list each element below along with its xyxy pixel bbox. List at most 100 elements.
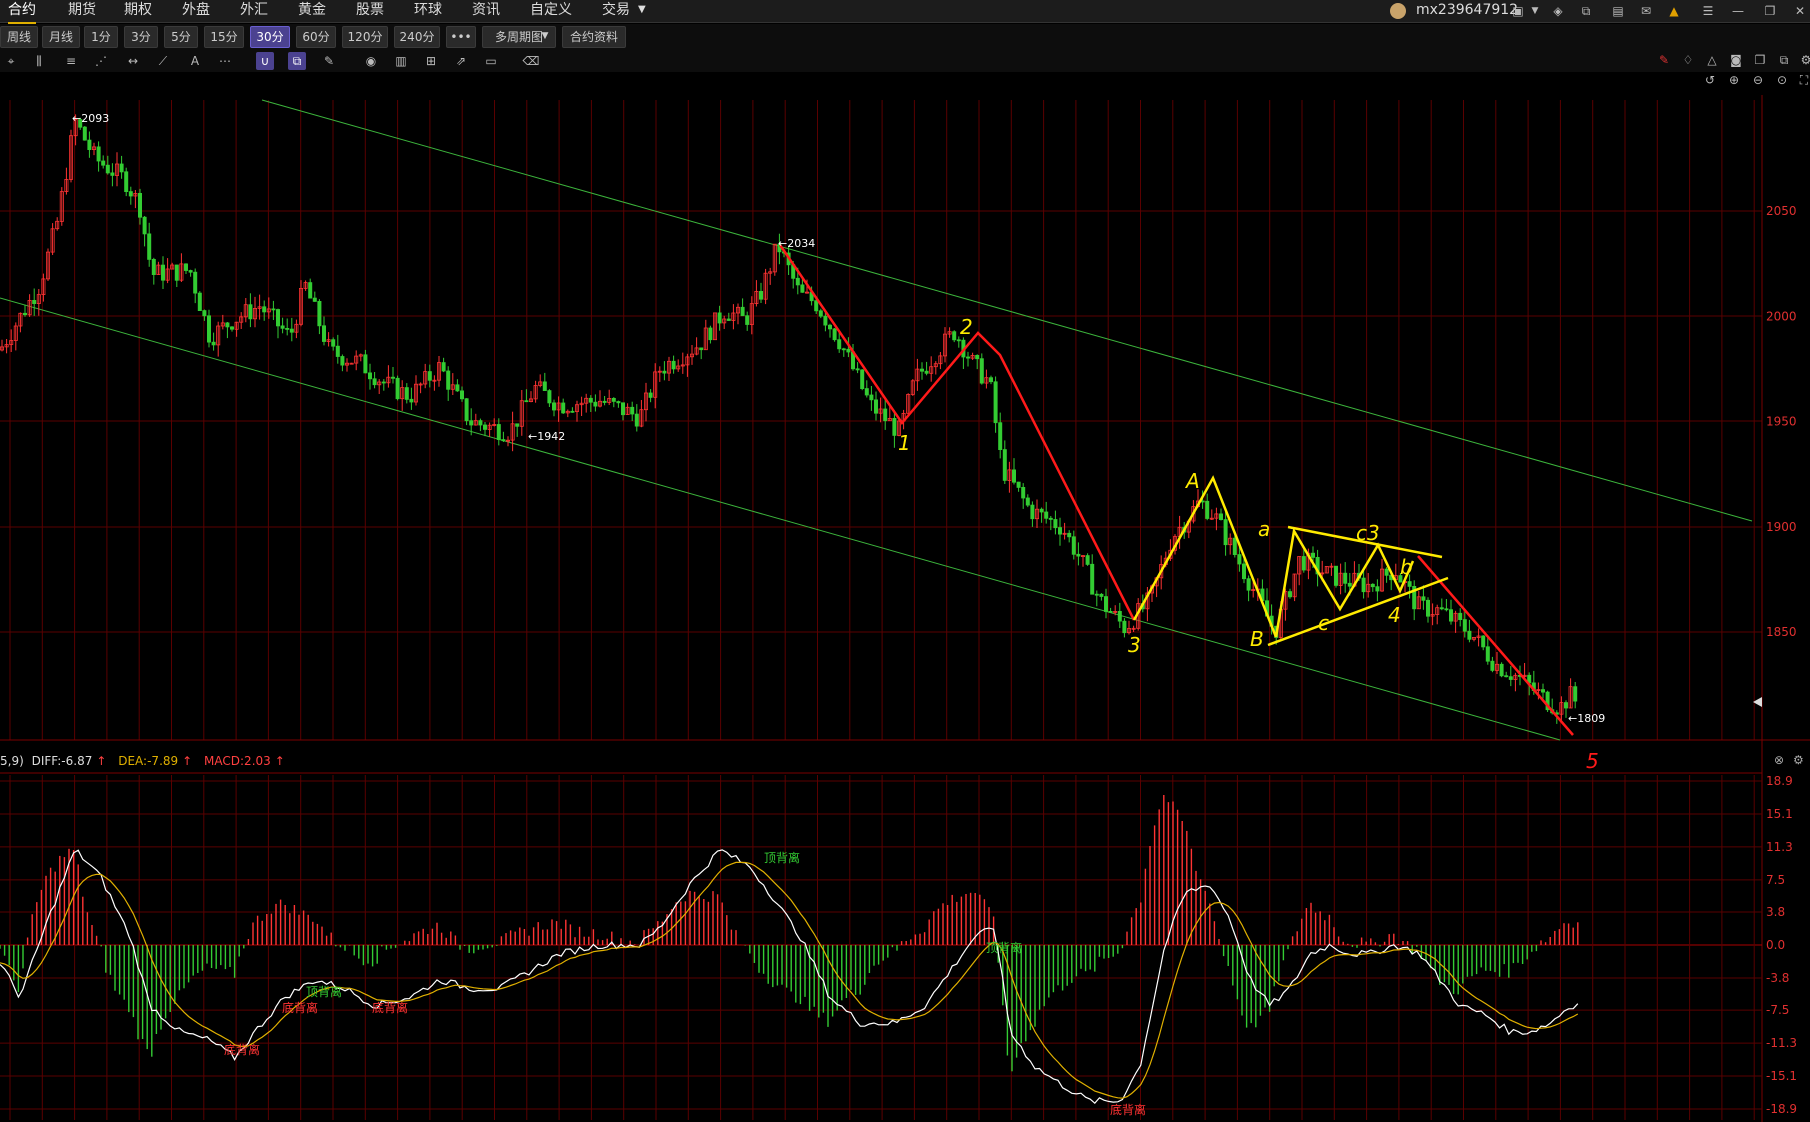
candle-body (395, 377, 400, 400)
price-axis-tick: 2050 (1766, 204, 1797, 218)
chevron-down-icon[interactable]: ▼ (538, 26, 552, 46)
close-icon[interactable]: ✕ (1792, 3, 1808, 19)
candle-body (1025, 497, 1030, 506)
candle-body (975, 354, 980, 360)
gear-icon[interactable]: ⚙ (1793, 753, 1804, 767)
candle-body (924, 370, 929, 374)
camera-icon[interactable]: ◙ (1728, 52, 1744, 68)
eye-icon[interactable]: ◉ (362, 52, 380, 70)
id-card-icon[interactable]: ▣ (1510, 3, 1526, 19)
candle-body (464, 398, 469, 422)
case-icon[interactable]: ▤ (1610, 3, 1626, 19)
export-icon[interactable]: ⇗ (452, 52, 470, 70)
menu-item-futures[interactable]: 期货 (68, 0, 96, 22)
menu-item-global[interactable]: 环球 (414, 0, 442, 22)
mail-icon[interactable]: ✉ (1638, 3, 1654, 19)
period-week-button[interactable]: 周线 (0, 26, 38, 48)
candle-body (455, 384, 460, 392)
more-periods-button[interactable]: ••• (446, 26, 476, 48)
ray-icon[interactable]: ⟋ (154, 52, 172, 70)
chevron-down-icon[interactable]: ▼ (638, 0, 646, 22)
pencil-icon[interactable]: ✎ (320, 52, 338, 70)
eraser-icon[interactable]: ⌫ (522, 52, 540, 70)
group-icon[interactable]: ⊞ (422, 52, 440, 70)
vertical-lines-icon[interactable]: ⫼ (30, 52, 48, 70)
macd-divergence-label: 底背离 (282, 1000, 318, 1015)
chart-grid (0, 95, 1810, 1122)
pen-icon[interactable]: ✎ (1656, 52, 1672, 68)
period-120min-button[interactable]: 120分 (342, 26, 388, 48)
user-avatar[interactable] (1390, 3, 1406, 19)
menu-item-gold[interactable]: 黄金 (298, 0, 326, 22)
copy-window-icon[interactable]: ⧉ (1776, 52, 1792, 68)
fan-icon[interactable]: ⋰ (92, 52, 110, 70)
more-icon[interactable]: ⋯ (216, 52, 234, 70)
settings-icon[interactable]: ⚙ (1798, 52, 1810, 68)
chart-canvas[interactable]: 123ABacc3b45 20502000195019001850 ←2093←… (0, 0, 1810, 1122)
trash-icon[interactable]: ▥ (392, 52, 410, 70)
period-month-button[interactable]: 月线 (42, 26, 80, 48)
zoom-out-icon[interactable]: ⊖ (1750, 72, 1766, 88)
wave-drawings (778, 244, 1574, 736)
period-15min-button[interactable]: 15分 (204, 26, 244, 48)
candle-body (1090, 563, 1095, 595)
menu-item-options[interactable]: 期权 (124, 0, 152, 22)
candle-body (1508, 676, 1513, 680)
minimize-icon[interactable]: — (1730, 3, 1746, 19)
range-icon[interactable]: ↔ (124, 52, 142, 70)
period-60min-button[interactable]: 60分 (296, 26, 336, 48)
close-icon[interactable]: ⊗ (1774, 753, 1784, 767)
zoom-reset-icon[interactable]: ⊙ (1774, 72, 1790, 88)
macd-legend: 5,9) DIFF:-6.87 ↑ DEA:-7.89 ↑ MACD:2.03 ↑ (0, 752, 293, 770)
candle-body (478, 420, 483, 426)
menu-item-foreign-market[interactable]: 外盘 (182, 0, 210, 22)
contract-info-button[interactable]: 合约资料 (562, 26, 626, 48)
candle-body (979, 358, 984, 384)
magnet-icon[interactable]: ∪ (256, 52, 274, 70)
cursor-icon[interactable]: ⌖ (2, 52, 20, 70)
window-icon[interactable]: ⧉ (1578, 3, 1594, 19)
copy-icon[interactable]: ⧉ (288, 52, 306, 70)
period-1min-button[interactable]: 1分 (84, 26, 118, 48)
channel-lower-line (0, 297, 1561, 741)
chevron-down-icon[interactable]: ▼ (1527, 3, 1543, 19)
period-5min-button[interactable]: 5分 (164, 26, 198, 48)
candle-body (1053, 519, 1058, 529)
candle-body (202, 310, 207, 317)
period-30min-button[interactable]: 30分 (250, 26, 290, 48)
period-240min-button[interactable]: 240分 (394, 26, 440, 48)
macd-axis-tick: -3.8 (1766, 971, 1789, 985)
comment-icon[interactable]: ▭ (482, 52, 500, 70)
bell-outline-icon[interactable]: ♢ (1680, 52, 1696, 68)
candle-body (1044, 511, 1049, 519)
window-split-icon[interactable]: ❐ (1752, 52, 1768, 68)
period-3min-button[interactable]: 3分 (124, 26, 158, 48)
candle-body (1361, 577, 1366, 593)
menu-item-news[interactable]: 资讯 (472, 0, 500, 22)
menu-item-contract[interactable]: 合约 (8, 0, 36, 24)
candle-body (717, 312, 722, 324)
macd-divergence-label: 顶背离 (764, 850, 800, 865)
macd-divergence-label: 底背离 (224, 1042, 260, 1057)
undo-icon[interactable]: ↺ (1702, 72, 1718, 88)
shape-icon[interactable]: △ (1704, 52, 1720, 68)
fullscreen-icon[interactable]: ⛶ (1796, 72, 1810, 88)
menu-item-stocks[interactable]: 股票 (356, 0, 384, 22)
macd-histogram (0, 795, 1579, 1072)
user-name[interactable]: mx239647912 (1416, 0, 1518, 22)
wave-label: 3 (1128, 633, 1141, 657)
text-icon[interactable]: A (186, 52, 204, 70)
menu-item-forex[interactable]: 外汇 (240, 0, 268, 22)
menu-item-custom[interactable]: 自定义 (530, 0, 572, 22)
layers-icon[interactable]: ◈ (1550, 3, 1566, 19)
menu-item-trade[interactable]: 交易 (602, 0, 630, 22)
list-icon[interactable]: ☰ (1700, 3, 1716, 19)
restore-icon[interactable]: ❐ (1762, 3, 1778, 19)
bell-icon[interactable]: ▲ (1666, 3, 1682, 19)
zoom-in-icon[interactable]: ⊕ (1726, 72, 1742, 88)
candle-body (1573, 686, 1578, 702)
candle-body (998, 422, 1003, 451)
candle-body (602, 400, 607, 403)
horizontal-lines-icon[interactable]: ≡ (62, 52, 80, 70)
price-axis-tick: 1950 (1766, 415, 1797, 429)
